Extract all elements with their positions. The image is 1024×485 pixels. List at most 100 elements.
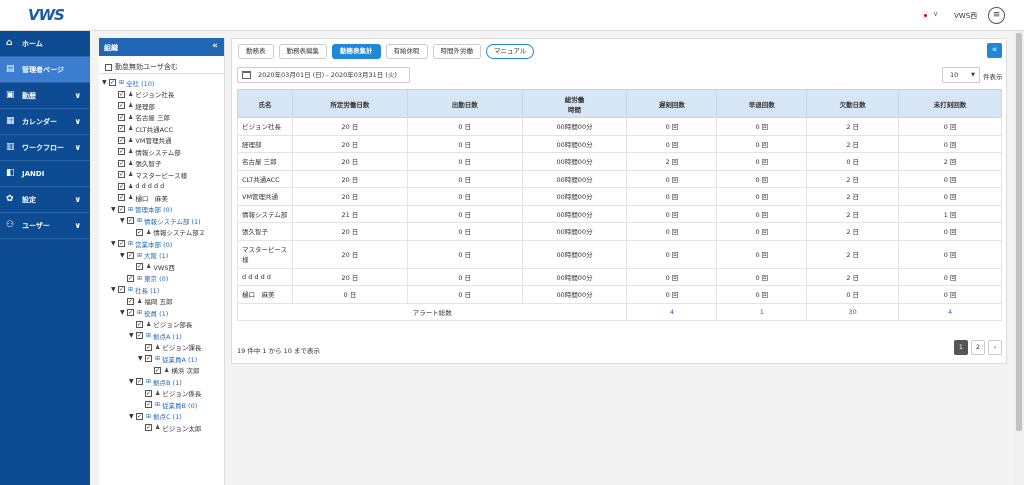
employee-name-cell[interactable]: ビジョン社長 [237, 117, 293, 136]
tab-item[interactable]: マニュアル [486, 44, 535, 59]
tree-checkbox[interactable]: ✓ [109, 79, 116, 87]
column-header[interactable]: 欠勤日数 [806, 89, 900, 118]
tree-node[interactable]: ▼ ✓ ⊞ 社長 (1) [99, 284, 224, 296]
tab-item[interactable]: 勤務表集計 [332, 44, 381, 59]
tree-node[interactable]: ✓ ♟ ビジョン部長 [99, 319, 224, 331]
sidebar-item[interactable]: ⌂ ホーム [0, 31, 90, 57]
employee-name-cell[interactable]: 張久智子 [237, 222, 293, 241]
tree-node[interactable]: ✓ ♟ 情報システム部 [99, 146, 224, 158]
column-header[interactable]: 氏名 [237, 89, 293, 118]
tree-checkbox[interactable]: ✓ [118, 205, 125, 213]
sidebar-item[interactable]: ◧ JANDI [0, 161, 90, 187]
tree-checkbox[interactable]: ✓ [118, 240, 125, 248]
tree-toggle-icon[interactable]: ▼ [120, 252, 127, 259]
tree-node[interactable]: ✓ ♟ 張久智子 [99, 158, 224, 170]
tree-checkbox[interactable]: ✓ [136, 228, 143, 236]
page-scrollbar[interactable] [1014, 31, 1024, 485]
tree-checkbox[interactable]: ✓ [154, 366, 161, 374]
sidebar-item[interactable]: ⚇ ユーザー ∨ [0, 213, 90, 239]
tree-node[interactable]: ✓ ♟ d d d d d [99, 181, 224, 193]
tree-toggle-icon[interactable]: ▼ [102, 79, 109, 86]
tree-toggle-icon[interactable]: ▼ [129, 332, 136, 339]
column-header[interactable]: 総労働 時間 [521, 89, 628, 118]
tree-node[interactable]: ✓ ♟ 福岡 五郎 [99, 296, 224, 308]
sidebar-item[interactable]: ▦ カレンダー ∨ [0, 109, 90, 135]
tree-toggle-icon[interactable]: ▼ [111, 286, 118, 293]
employee-name-cell[interactable]: 名古屋 三郎 [237, 152, 293, 171]
vws-logo[interactable]: VWS [28, 6, 65, 24]
tree-toggle-icon[interactable]: ▼ [120, 217, 127, 224]
tree-checkbox[interactable]: ✓ [145, 424, 152, 432]
tree-checkbox[interactable]: ✓ [127, 309, 134, 317]
per-page-select[interactable]: 10 ▼ [942, 67, 980, 83]
tree-node[interactable]: ▼ ✓ ⊞ 大阪 (1) [99, 250, 224, 262]
tree-checkbox[interactable]: ✓ [136, 263, 143, 271]
tree-node[interactable]: ✓ ⊞ 従業員B (0) [99, 399, 224, 411]
tree-checkbox[interactable]: ✓ [136, 412, 143, 420]
tree-checkbox[interactable]: ✓ [136, 378, 143, 386]
tree-node[interactable]: ✓ ♟ ビジョン課長 [99, 342, 224, 354]
tree-checkbox[interactable]: ✓ [145, 343, 152, 351]
page-button[interactable]: 2 [971, 340, 985, 355]
tab-item[interactable]: 勤務表編集 [278, 44, 327, 59]
tab-item[interactable]: 勤務表 [238, 44, 274, 59]
tree-toggle-icon[interactable]: ▼ [111, 206, 118, 213]
tree-checkbox[interactable]: ✓ [118, 136, 125, 144]
tree-node[interactable]: ✓ ♟ 名古屋 三郎 [99, 112, 224, 124]
page-button[interactable]: 1 [954, 340, 968, 355]
employee-name-cell[interactable]: 情報システム部 [237, 204, 293, 223]
hamburger-menu-icon[interactable]: ≡ [988, 7, 1005, 24]
scrollbar-thumb[interactable] [1016, 33, 1022, 431]
alert-total-value[interactable]: 1 [716, 302, 808, 321]
tree-node[interactable]: ✓ ♟ マスターピース様 [99, 169, 224, 181]
tree-checkbox[interactable]: ✓ [118, 148, 125, 156]
collapse-org-icon[interactable]: « [212, 41, 218, 51]
chevron-down-icon[interactable]: ∨ [75, 143, 82, 152]
tree-node[interactable]: ▼ ✓ ⊞ 全社 (10) [99, 77, 224, 89]
tree-node[interactable]: ✓ ⊞ 東京 (0) [99, 273, 224, 285]
tab-item[interactable]: 有給休暇 [385, 44, 428, 59]
column-header[interactable]: 遅刻回数 [626, 89, 718, 118]
alert-total-value[interactable]: 30 [806, 302, 900, 321]
tree-checkbox[interactable]: ✓ [127, 217, 134, 225]
collapse-panel-icon[interactable]: « [987, 43, 1002, 58]
tree-checkbox[interactable]: ✓ [145, 389, 152, 397]
tree-node[interactable]: ✓ ♟ ビジョン社長 [99, 89, 224, 101]
chevron-down-icon[interactable]: ∨ [75, 195, 82, 204]
employee-name-cell[interactable]: 樋口 麻美 [237, 285, 293, 304]
tree-node[interactable]: ✓ ♟ ビジョン太郎 [99, 422, 224, 434]
tree-checkbox[interactable]: ✓ [118, 113, 125, 121]
employee-name-cell[interactable]: VM管理共通 [237, 187, 293, 206]
tree-node[interactable]: ▼ ✓ ⊞ 役員 (1) [99, 307, 224, 319]
user-name[interactable]: VWS西 [954, 11, 977, 21]
tab-item[interactable]: 時間外労働 [432, 44, 481, 59]
tree-toggle-icon[interactable]: ▼ [138, 355, 145, 362]
tree-checkbox[interactable]: ✓ [118, 286, 125, 294]
tree-checkbox[interactable]: ✓ [118, 90, 125, 98]
employee-name-cell[interactable]: 経理部 [237, 134, 293, 153]
tree-checkbox[interactable]: ✓ [118, 102, 125, 110]
date-range-picker[interactable]: 2020年03月01日 (日) - 2020年03月31日 (火) [237, 67, 410, 83]
employee-name-cell[interactable]: CLT共通ACC [237, 169, 293, 188]
tree-node[interactable]: ✓ ♟ 情報システム部２ [99, 227, 224, 239]
column-header[interactable]: 未打刻回数 [898, 89, 1002, 118]
tree-toggle-icon[interactable]: ▼ [120, 309, 127, 316]
tree-node[interactable]: ▼ ✓ ⊞ 情報システム部 (1) [99, 215, 224, 227]
column-header[interactable]: 早退回数 [716, 89, 808, 118]
tree-checkbox[interactable]: ✓ [118, 182, 125, 190]
tree-node[interactable]: ✓ ♟ 樋口 麻美 [99, 192, 224, 204]
column-header[interactable]: 出勤日数 [406, 89, 523, 118]
include-inactive-row[interactable]: 勤怠無効ユーザ含む [99, 56, 224, 74]
tree-checkbox[interactable]: ✓ [118, 171, 125, 179]
tree-node[interactable]: ▼ ✓ ⊞ 従業員A (1) [99, 353, 224, 365]
tree-checkbox[interactable]: ✓ [118, 159, 125, 167]
chevron-down-icon[interactable]: ∨ [75, 117, 82, 126]
tree-checkbox[interactable]: ✓ [127, 251, 134, 259]
tree-checkbox[interactable]: ✓ [118, 194, 125, 202]
japan-flag-icon[interactable] [921, 11, 929, 19]
tree-checkbox[interactable]: ✓ [145, 355, 152, 363]
tree-node[interactable]: ✓ ♟ 経理部 [99, 100, 224, 112]
tree-checkbox[interactable]: ✓ [127, 297, 134, 305]
tree-toggle-icon[interactable]: ▼ [111, 240, 118, 247]
tree-node[interactable]: ✓ ♟ CLT共通ACC [99, 123, 224, 135]
